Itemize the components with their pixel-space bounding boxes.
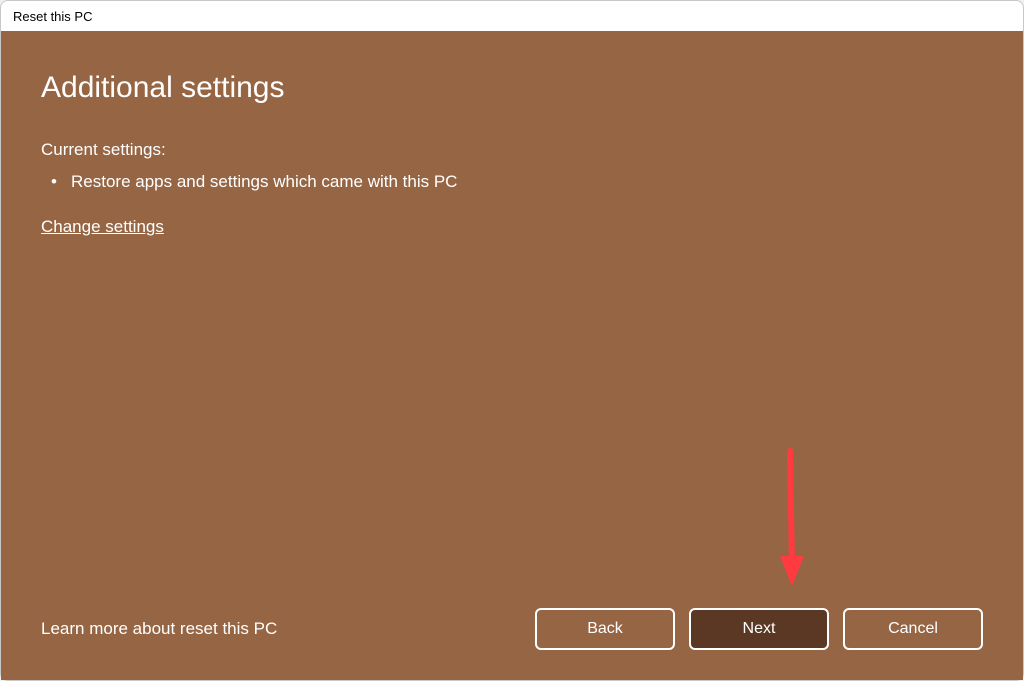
cancel-button[interactable]: Cancel [843, 608, 983, 650]
dialog-window: Reset this PC Additional settings Curren… [0, 0, 1024, 681]
change-settings-link[interactable]: Change settings [41, 217, 164, 237]
next-button[interactable]: Next [689, 608, 829, 650]
dialog-footer: Learn more about reset this PC Back Next… [41, 608, 983, 650]
window-title: Reset this PC [13, 9, 92, 24]
button-row: Back Next Cancel [535, 608, 983, 650]
back-button[interactable]: Back [535, 608, 675, 650]
learn-more-link[interactable]: Learn more about reset this PC [41, 619, 277, 639]
settings-list-item: Restore apps and settings which came wit… [41, 172, 983, 192]
settings-list: Restore apps and settings which came wit… [41, 172, 983, 192]
titlebar: Reset this PC [1, 1, 1023, 31]
page-heading: Additional settings [41, 71, 983, 105]
current-settings-label: Current settings: [41, 140, 983, 160]
dialog-content: Additional settings Current settings: Re… [1, 31, 1023, 680]
